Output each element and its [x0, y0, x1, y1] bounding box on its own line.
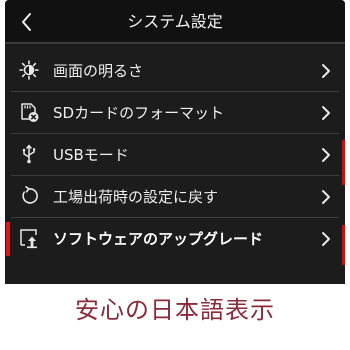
chevron-right-icon: [322, 190, 330, 204]
software-upgrade-icon: [20, 229, 37, 249]
menu-item-sd-format[interactable]: SDカードのフォーマット: [5, 92, 345, 134]
sd-card-format-icon: [21, 103, 39, 122]
menu-item-label: USBモード: [53, 146, 129, 164]
page-title: システム設定: [127, 12, 223, 31]
caption-text: 安心の日本語表示: [75, 296, 275, 324]
menu-item-software-upgrade[interactable]: ソフトウェアのアップグレード: [5, 218, 345, 260]
back-button[interactable]: [15, 9, 39, 35]
menu-item-label: 工場出荷時の設定に戻す: [53, 188, 219, 206]
header-bar: システム設定: [5, 0, 345, 44]
selection-indicator: [6, 222, 10, 256]
menu-item-usb-mode[interactable]: USBモード: [5, 134, 345, 176]
scroll-indicator-upper: [342, 140, 345, 185]
chevron-right-icon: [322, 148, 330, 162]
menu-item-label: 画面の明るさ: [53, 62, 144, 80]
menu-item-label: ソフトウェアのアップグレード: [53, 230, 264, 248]
chevron-left-icon: [22, 13, 31, 31]
device-screen: システム設定 画面の明るさ SDカードのフォーマット USBモード 工場出荷時の…: [5, 0, 345, 284]
usb-icon: [22, 144, 36, 164]
menu-item-brightness[interactable]: 画面の明るさ: [5, 50, 345, 92]
menu-item-factory-reset[interactable]: 工場出荷時の設定に戻す: [5, 176, 345, 218]
reset-icon: [22, 185, 38, 204]
scroll-indicator-lower: [342, 225, 345, 265]
brightness-icon: [19, 60, 39, 80]
chevron-right-icon: [322, 106, 330, 120]
chevron-right-icon: [322, 64, 330, 78]
chevron-right-icon: [322, 232, 330, 246]
menu-item-label: SDカードのフォーマット: [53, 104, 225, 122]
